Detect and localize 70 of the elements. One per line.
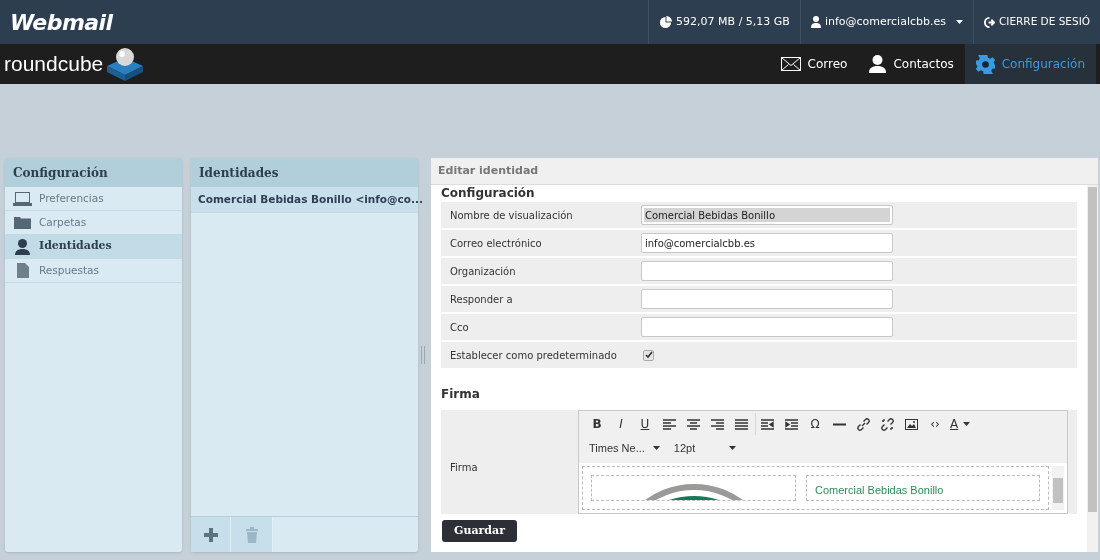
scrollbar[interactable] xyxy=(1052,466,1064,510)
scrollbar[interactable] xyxy=(1087,185,1098,552)
field-label: Firma xyxy=(450,460,478,475)
align-center-icon xyxy=(686,418,700,430)
toolbar-button[interactable]: A xyxy=(947,413,974,435)
user-menu[interactable]: info@comercialcbb.es xyxy=(824,13,946,31)
settings-menu-item[interactable]: Preferencias xyxy=(5,187,182,211)
caret-icon xyxy=(652,446,660,450)
font-size-dropdown[interactable]: 12pt xyxy=(673,439,737,457)
nav-tab[interactable]: Contactos xyxy=(858,44,965,84)
input-field[interactable] xyxy=(641,289,893,309)
toolbar-button[interactable]: Ω xyxy=(803,413,827,435)
align-right-icon xyxy=(710,418,724,430)
field-label: Establecer como predeterminado xyxy=(450,348,618,363)
field-label: Organización xyxy=(450,264,517,279)
document-icon xyxy=(16,263,29,278)
field-label: Cco xyxy=(450,320,470,335)
pie-chart-icon xyxy=(659,15,673,29)
settings-icon xyxy=(975,54,995,74)
image-icon xyxy=(904,418,918,430)
panel-title: Editar identidad xyxy=(431,158,1098,185)
field-label: Responder a xyxy=(450,292,514,307)
toolbar-button[interactable]: ‹› xyxy=(923,413,947,435)
input-field[interactable]: Comercial Bebidas Bonillo xyxy=(641,205,893,225)
logout-icon xyxy=(984,16,995,28)
section-heading: Firma xyxy=(441,386,481,403)
cube-logo-icon xyxy=(105,46,146,82)
add-button[interactable] xyxy=(191,517,231,552)
laptop-icon xyxy=(13,191,32,206)
field-label: Correo electrónico xyxy=(450,236,543,251)
chain-link-icon xyxy=(856,417,870,431)
signature-text: Comercial Bebidas Bonillo xyxy=(815,483,945,498)
indent-icon xyxy=(784,418,798,430)
font-family-dropdown[interactable]: Times Ne... xyxy=(589,439,660,457)
input-field[interactable] xyxy=(641,317,893,337)
folder-icon xyxy=(14,216,31,229)
user-icon xyxy=(810,16,821,28)
settings-menu-item[interactable]: Identidades xyxy=(5,235,182,259)
person-icon xyxy=(869,55,887,73)
toolbar-button[interactable]: B xyxy=(585,413,609,435)
toolbar-button[interactable]: I xyxy=(609,413,633,435)
splitter-handle[interactable] xyxy=(421,346,425,364)
horizontal-line-icon xyxy=(832,422,846,426)
caret-icon xyxy=(963,422,971,426)
panel-title: Identidades xyxy=(191,158,418,187)
field-label: Nombre de visualización xyxy=(450,208,574,223)
settings-menu-item[interactable]: Respuestas xyxy=(5,259,182,283)
outdent-icon xyxy=(761,418,774,430)
broken-link-icon xyxy=(880,417,894,431)
logout-link[interactable]: CIERRE DE SESIÓ xyxy=(999,14,1090,30)
person-icon xyxy=(15,238,30,255)
justify-icon xyxy=(734,418,748,430)
roundcube-logo-text: roundcube xyxy=(4,51,104,78)
envelope-icon xyxy=(780,57,801,71)
quota-text: 592,07 MB / 5,13 GB xyxy=(676,13,790,30)
save-button[interactable]: Guardar xyxy=(442,520,517,542)
input-field[interactable] xyxy=(641,261,893,281)
webmail-logo[interactable]: Webmail xyxy=(10,5,113,39)
section-heading: Configuración xyxy=(441,186,536,200)
nav-tab[interactable]: Correo xyxy=(769,44,859,84)
input-field[interactable]: info@comercialcbb.es xyxy=(641,233,893,253)
trash-icon xyxy=(245,526,258,543)
panel-title: Configuración xyxy=(5,158,182,187)
nav-tab[interactable]: Configuración xyxy=(964,44,1096,84)
caret-icon xyxy=(956,20,963,24)
checkbox[interactable] xyxy=(643,349,654,361)
plus-icon xyxy=(203,527,218,542)
caret-icon xyxy=(729,446,737,450)
align-left-icon xyxy=(662,418,676,430)
toolbar-button[interactable]: U xyxy=(633,413,657,435)
